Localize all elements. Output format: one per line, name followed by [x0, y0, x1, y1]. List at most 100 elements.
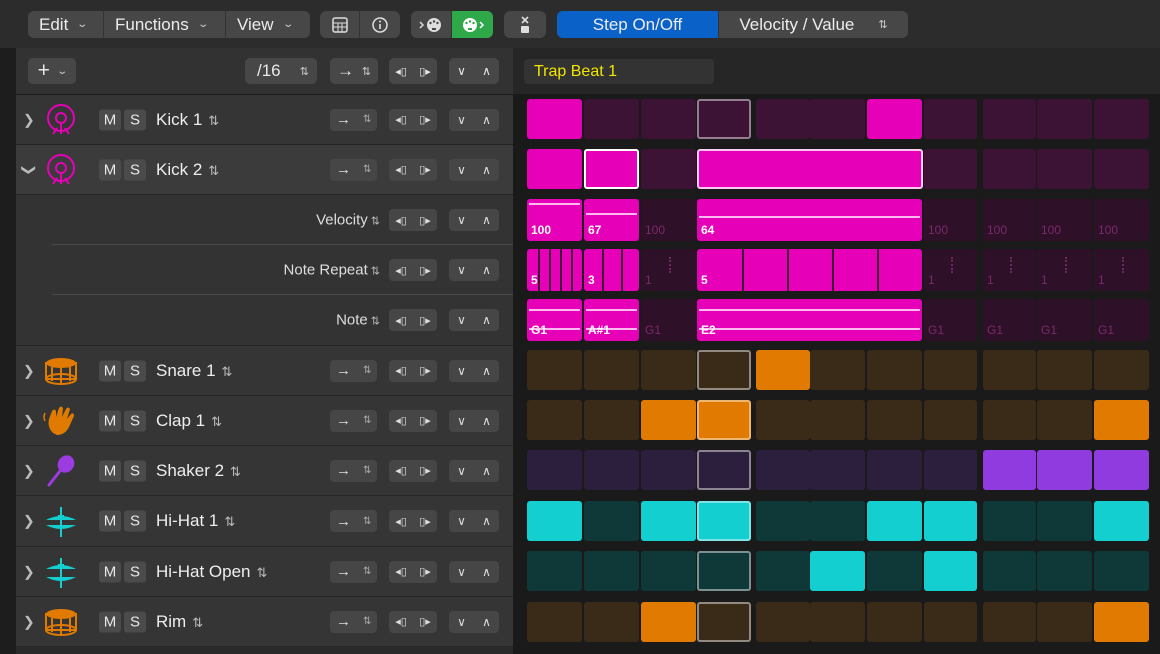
- repeat-lane-cell[interactable]: 1: [641, 249, 696, 291]
- row-offset-control[interactable]: ◂▯ ▯▸: [389, 610, 437, 633]
- step-off[interactable]: [924, 400, 977, 440]
- step-off[interactable]: [1037, 99, 1092, 139]
- step-off[interactable]: [924, 602, 977, 642]
- info-button[interactable]: [360, 11, 400, 38]
- velocity-lane-cell[interactable]: 67: [584, 199, 639, 241]
- velocity-lane-cell[interactable]: 100: [924, 199, 977, 241]
- track-row[interactable]: ❯ M S Hi-Hat Open ⇅ → ⇅ ◂▯ ▯▸ ∨ ∧: [16, 547, 513, 597]
- step-off[interactable]: [1037, 350, 1092, 390]
- step-off[interactable]: [756, 400, 810, 440]
- step-on[interactable]: [1094, 602, 1149, 642]
- step-off[interactable]: [810, 400, 865, 440]
- step-off[interactable]: [527, 602, 582, 642]
- step-off[interactable]: [756, 602, 810, 642]
- track-row[interactable]: ❯ M S Hi-Hat 1 ⇅ → ⇅ ◂▯ ▯▸ ∨ ∧: [16, 496, 513, 547]
- edit-menu[interactable]: Edit ⌄: [28, 11, 104, 38]
- step-off[interactable]: [641, 99, 696, 139]
- step-off[interactable]: [527, 400, 582, 440]
- solo-button[interactable]: S: [124, 611, 146, 632]
- step-off[interactable]: [641, 350, 696, 390]
- row-updown-control[interactable]: ∨ ∧: [449, 409, 499, 432]
- step-on[interactable]: [867, 501, 922, 541]
- step-off[interactable]: [924, 149, 977, 189]
- step-on-tied[interactable]: [697, 149, 923, 189]
- step-off[interactable]: [867, 450, 922, 490]
- note-lane-cell[interactable]: G1: [1037, 299, 1092, 341]
- disclosure-down-icon[interactable]: ❯: [20, 164, 37, 176]
- mute-button[interactable]: M: [99, 611, 121, 632]
- step-off[interactable]: [867, 551, 922, 591]
- step-off[interactable]: [924, 350, 977, 390]
- step-off[interactable]: [584, 602, 639, 642]
- track-name[interactable]: Clap 1 ⇅: [156, 411, 222, 431]
- step-off[interactable]: [1094, 350, 1149, 390]
- lane-offset-control[interactable]: ◂▯ ▯▸: [389, 209, 437, 231]
- step-off[interactable]: [756, 450, 810, 490]
- step-off[interactable]: [584, 551, 639, 591]
- disclosure-right-icon[interactable]: ❯: [23, 412, 35, 429]
- step-off[interactable]: [1094, 551, 1149, 591]
- step-off[interactable]: [584, 99, 639, 139]
- repeat-lane-cell[interactable]: 1: [1094, 249, 1149, 291]
- step-on[interactable]: [1094, 450, 1149, 490]
- row-offset-control[interactable]: ◂▯ ▯▸: [389, 108, 437, 131]
- step-on[interactable]: [983, 450, 1036, 490]
- track-name[interactable]: Rim ⇅: [156, 612, 203, 632]
- note-lane-cell[interactable]: A#1: [584, 299, 639, 341]
- solo-button[interactable]: S: [124, 109, 146, 130]
- midi-in-button[interactable]: [411, 11, 452, 38]
- track-row-selected[interactable]: ❯ M S Kick 2 ⇅ → ⇅ ◂▯ ▯▸ ∨ ∧: [16, 145, 513, 195]
- step-off[interactable]: [1037, 501, 1092, 541]
- step-on[interactable]: [527, 501, 582, 541]
- velocity-lane-cell[interactable]: 100: [1037, 199, 1092, 241]
- note-lane-row[interactable]: Note ⇅ ◂▯ ▯▸ ∨ ∧: [16, 295, 513, 346]
- solo-button[interactable]: S: [124, 460, 146, 481]
- velocity-lane-cell[interactable]: 100: [641, 199, 696, 241]
- repeat-lane-cell[interactable]: 5: [697, 249, 922, 291]
- lane-updown-control[interactable]: ∨ ∧: [449, 209, 499, 231]
- track-row[interactable]: ❯ M S Snare 1 ⇅ → ⇅ ◂▯ ▯▸ ∨ ∧: [16, 346, 513, 396]
- step-off[interactable]: [641, 450, 696, 490]
- track-name[interactable]: Kick 2 ⇅: [156, 160, 219, 180]
- repeat-lane-cell[interactable]: 5: [527, 249, 582, 291]
- step-on-off-mode-button[interactable]: Step On/Off: [557, 11, 719, 38]
- note-repeat-lane-row[interactable]: Note Repeat ⇅ ◂▯ ▯▸ ∨ ∧: [16, 245, 513, 295]
- step-off[interactable]: [641, 551, 696, 591]
- note-lane-cell[interactable]: G1: [527, 299, 582, 341]
- track-row[interactable]: ❯ M S Kick 1 ⇅ → ⇅ ◂▯ ▯▸ ∨ ∧: [16, 95, 513, 145]
- solo-button[interactable]: S: [124, 410, 146, 431]
- step-on[interactable]: [641, 400, 696, 440]
- row-updown-control[interactable]: ∨ ∧: [449, 560, 499, 583]
- step-off[interactable]: [983, 149, 1036, 189]
- step-off[interactable]: [697, 350, 751, 390]
- step-off[interactable]: [810, 501, 865, 541]
- velocity-lane-cell[interactable]: 100: [527, 199, 582, 241]
- mute-button[interactable]: M: [99, 561, 121, 582]
- note-lane-cell[interactable]: G1: [641, 299, 696, 341]
- row-direction-selector[interactable]: → ⇅: [330, 158, 377, 181]
- disclosure-right-icon[interactable]: ❯: [23, 362, 35, 379]
- row-direction-selector[interactable]: → ⇅: [330, 359, 377, 382]
- track-row[interactable]: ❯ M S Clap 1 ⇅ → ⇅ ◂▯ ▯▸ ∨ ∧: [16, 396, 513, 446]
- mute-button[interactable]: M: [99, 109, 121, 130]
- row-updown-control[interactable]: ∨ ∧: [449, 158, 499, 181]
- repeat-lane-cell[interactable]: 1: [983, 249, 1036, 291]
- row-direction-selector[interactable]: → ⇅: [330, 510, 377, 532]
- row-updown-control[interactable]: ∨ ∧: [449, 459, 499, 482]
- step-on[interactable]: [810, 551, 865, 591]
- row-offset-control[interactable]: ◂▯ ▯▸: [389, 560, 437, 583]
- step-on[interactable]: [924, 501, 977, 541]
- row-direction-selector[interactable]: → ⇅: [330, 409, 377, 432]
- step-off[interactable]: [867, 602, 922, 642]
- add-row-button[interactable]: + ⌄: [28, 58, 76, 84]
- row-updown-control[interactable]: ∨ ∧: [449, 610, 499, 633]
- step-off[interactable]: [1037, 400, 1092, 440]
- lane-offset-control[interactable]: ◂▯ ▯▸: [389, 309, 437, 331]
- row-offset-control[interactable]: ◂▯ ▯▸: [389, 510, 437, 532]
- lane-updown-control[interactable]: ∨ ∧: [449, 309, 499, 331]
- mute-button[interactable]: M: [99, 460, 121, 481]
- step-off[interactable]: [697, 450, 751, 490]
- step-on[interactable]: [584, 149, 639, 189]
- pattern-name-field[interactable]: Trap Beat 1: [524, 59, 714, 84]
- row-direction-selector[interactable]: → ⇅: [330, 560, 377, 583]
